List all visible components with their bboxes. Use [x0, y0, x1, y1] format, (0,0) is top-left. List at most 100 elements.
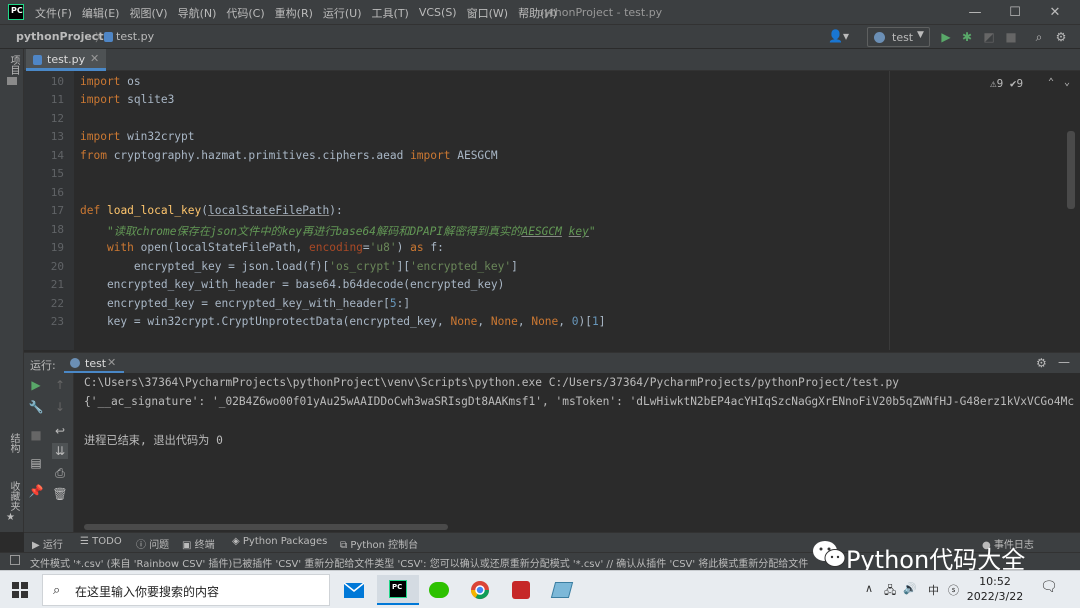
left-tool-stripe: 项目 结构 收藏夹 ★	[0, 49, 24, 532]
stop-icon[interactable]: ■	[28, 427, 44, 443]
problems-tool-label: 问题	[149, 540, 170, 551]
menu-tools[interactable]: 工具(T)	[367, 5, 414, 21]
line-number-gutter: 10 11 12 13 14 15 16 17 18 19 20 21 22 2…	[24, 71, 74, 350]
breadcrumb-project[interactable]: pythonProject	[16, 30, 104, 43]
stop-icon[interactable]: ■	[1003, 28, 1019, 46]
trash-icon[interactable]: 🗑	[52, 486, 68, 502]
navigation-bar: pythonProject 〉 test.py 👤▾ test ▼ ▶ ✱ ◩ …	[0, 25, 1080, 49]
run-console-output[interactable]: C:\Users\37364\PycharmProjects\pythonPro…	[74, 373, 1080, 532]
taskbar-pycharm-app[interactable]: PC	[377, 575, 419, 605]
start-button[interactable]	[0, 571, 40, 608]
menu-view[interactable]: 视图(V)	[124, 5, 172, 21]
ide-update-icon[interactable]: ⚙	[1053, 28, 1069, 46]
taskbar-mail-app[interactable]	[333, 575, 375, 605]
menu-run[interactable]: 运行(U)	[318, 5, 367, 21]
line-number: 21	[50, 278, 64, 291]
inspection-widget[interactable]: ⚠9 ✔9	[990, 77, 1023, 90]
run-configuration-select[interactable]: test ▼	[867, 27, 930, 47]
code-line: encrypted_key = json.load(f)['os_crypt']…	[80, 260, 518, 273]
chevron-up-icon[interactable]: ⌃	[1048, 77, 1054, 88]
ime-indicator[interactable]: 中	[928, 582, 939, 598]
show-hidden-icons[interactable]: ∧	[865, 582, 873, 595]
code-line: import sqlite3	[80, 93, 175, 106]
pycharm-logo-icon: PC	[8, 4, 24, 20]
run-tool-label: 运行	[42, 540, 63, 551]
taskbar-wechat-app[interactable]	[418, 575, 460, 605]
user-icon[interactable]: 👤▾	[828, 29, 849, 43]
taskbar-solitaire-app[interactable]	[500, 575, 542, 605]
arrow-down-icon[interactable]: ↓	[52, 399, 68, 415]
run-tab-test[interactable]: test ✕	[64, 353, 124, 374]
pin-icon[interactable]: 📌	[28, 483, 44, 499]
status-message[interactable]: 文件模式 '*.csv' (来自 'Rainbow CSV' 插件)已被插件 '…	[30, 555, 808, 570]
favorites-tool-button[interactable]: 收藏夹	[6, 481, 21, 511]
wrench-icon[interactable]: 🔧	[28, 399, 44, 415]
taskbar-app[interactable]	[541, 575, 583, 605]
terminal-tool-label: 终端	[194, 540, 215, 551]
chevron-down-icon: ▼	[917, 30, 924, 40]
todo-tool-button[interactable]: ☰ TODO	[80, 536, 122, 547]
code-line: encrypted_key_with_header = base64.b64de…	[80, 278, 505, 291]
python-console-label: Python 控制台	[350, 540, 419, 551]
cards-icon	[512, 581, 530, 599]
debug-icon[interactable]: ✱	[959, 28, 975, 46]
run-tab-label: test	[85, 357, 107, 370]
rerun-icon[interactable]: ▶	[28, 377, 44, 393]
project-tool-button[interactable]: 项目	[6, 55, 21, 75]
menu-navigate[interactable]: 导航(N)	[173, 5, 222, 21]
scroll-to-end-icon[interactable]: ⇊	[52, 443, 68, 459]
volume-icon[interactable]: 🔊	[903, 582, 917, 595]
close-tab-icon[interactable]: ✕	[90, 52, 99, 65]
menu-file[interactable]: 文件(F)	[30, 5, 77, 21]
coverage-icon[interactable]: ◩	[981, 28, 997, 46]
menu-code[interactable]: 代码(C)	[221, 5, 269, 21]
run-icon[interactable]: ▶	[938, 28, 954, 46]
soft-wrap-icon[interactable]: ↩	[52, 423, 68, 439]
maximize-button[interactable]: ☐	[995, 0, 1035, 25]
menu-bar: 文件(F) 编辑(E) 视图(V) 导航(N) 代码(C) 重构(R) 运行(U…	[30, 0, 562, 25]
breadcrumb-file[interactable]: test.py	[116, 30, 154, 43]
console-line: {'__ac_signature': '_02B4Z6wo00f01yAu25w…	[84, 395, 1075, 408]
line-number: 16	[50, 186, 64, 199]
search-placeholder: 在这里输入你要搜索的内容	[75, 585, 220, 599]
editor-scrollbar[interactable]	[1067, 131, 1075, 209]
structure-tool-button[interactable]: 结构	[6, 433, 21, 453]
menu-refactor[interactable]: 重构(R)	[270, 5, 318, 21]
hide-panel-icon[interactable]: —	[1058, 355, 1070, 369]
close-tab-icon[interactable]: ✕	[107, 356, 116, 369]
menu-window[interactable]: 窗口(W)	[462, 5, 513, 21]
tab-label: test.py	[47, 53, 86, 66]
editor-tab-bar: test.py ✕	[24, 49, 1080, 71]
print-icon[interactable]: ⎙	[52, 465, 68, 481]
run-tool-button[interactable]: ▶ 运行	[32, 536, 63, 551]
editor-tab-test[interactable]: test.py ✕	[26, 49, 106, 71]
notification-center-icon[interactable]: 🗨	[1040, 579, 1058, 595]
chevron-down-icon[interactable]: ⌄	[1064, 77, 1070, 88]
close-window-button[interactable]: ✕	[1035, 0, 1075, 25]
layout-icon[interactable]: ▤	[28, 455, 44, 471]
line-number: 15	[50, 167, 64, 180]
problems-tool-button[interactable]: ⓘ 问题	[136, 536, 169, 551]
toggle-tool-windows-icon[interactable]	[10, 555, 20, 565]
code-editor[interactable]: 10 11 12 13 14 15 16 17 18 19 20 21 22 2…	[24, 71, 1080, 350]
gear-icon[interactable]: ⚙	[1036, 356, 1047, 370]
python-packages-tool-button[interactable]: ◈ Python Packages	[232, 536, 327, 547]
line-number: 12	[50, 112, 64, 125]
minimize-button[interactable]: —	[955, 0, 995, 25]
python-console-tool-button[interactable]: ⧉ Python 控制台	[340, 536, 418, 551]
system-clock[interactable]: 10:52 2022/3/22	[965, 574, 1025, 604]
terminal-tool-button[interactable]: ▣ 终端	[182, 536, 215, 551]
menu-edit[interactable]: 编辑(E)	[77, 5, 125, 21]
run-config-label: test	[892, 31, 914, 44]
taskbar-chrome-app[interactable]	[459, 575, 501, 605]
search-icon[interactable]: ⌕	[1031, 28, 1047, 46]
code-line: key = win32crypt.CryptUnprotectData(encr…	[80, 315, 606, 328]
arrow-up-icon[interactable]: ↑	[52, 377, 68, 393]
menu-vcs[interactable]: VCS(S)	[414, 6, 462, 19]
console-horizontal-scrollbar[interactable]	[84, 524, 448, 530]
ime-mode-icon[interactable]: ⓢ	[948, 582, 959, 598]
taskbar-search-input[interactable]: ⌕ 在这里输入你要搜索的内容	[42, 574, 330, 606]
todo-tool-label: TODO	[92, 536, 122, 547]
network-icon[interactable]: 🖧	[884, 582, 896, 601]
code-line: import win32crypt	[80, 130, 195, 143]
